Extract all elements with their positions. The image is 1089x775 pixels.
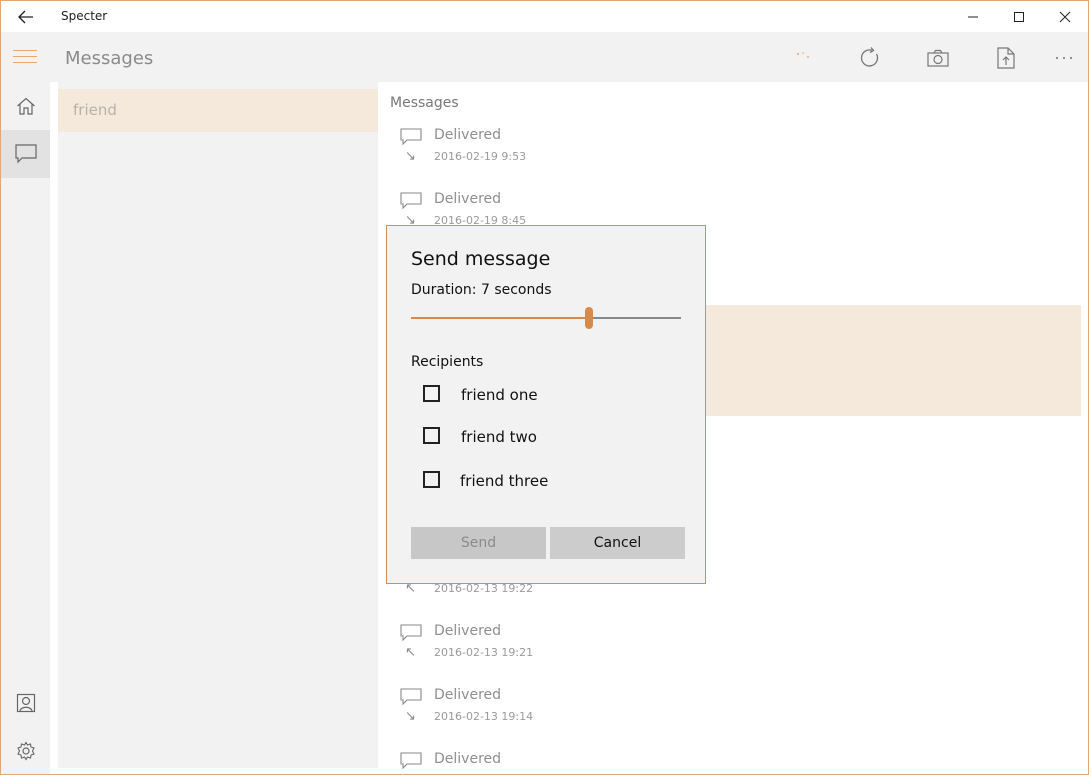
conversation-list: friend [58,82,378,768]
hamburger-menu-icon[interactable] [13,50,37,66]
direction-icon: ↖ [405,645,416,660]
maximize-icon[interactable] [996,1,1042,32]
slider-track-empty [589,317,681,319]
recipient-label: friend one [461,386,538,404]
message-item[interactable]: ↘ Delivered 2016-02-19 9:53 [378,122,1078,182]
nav-rail [1,82,50,774]
direction-icon: ↘ [405,149,416,164]
message-item[interactable]: ↖ Delivered 2016-02-13 19:21 [378,618,1078,678]
conversation-label: friend [73,101,117,119]
recipient-checkbox-friend-three[interactable]: friend three [423,468,683,494]
checkbox[interactable] [423,471,440,488]
message-time: 2016-02-13 19:21 [434,646,534,659]
direction-icon: ↘ [405,709,416,724]
duration-slider[interactable] [411,306,681,330]
page-header: Messages [1,32,1088,82]
contacts-icon[interactable] [1,679,50,727]
message-item[interactable]: Delivered [378,746,1078,774]
message-bubble-icon [400,688,422,706]
message-item[interactable]: ↘ Delivered 2016-02-13 19:14 [378,682,1078,742]
dialog-title: Send message [411,248,551,270]
checkbox[interactable] [423,385,440,402]
page-title: Messages [65,48,154,69]
messages-heading: Messages [390,95,459,111]
slider-thumb[interactable] [585,307,594,329]
send-button[interactable]: Send [411,527,546,559]
message-bubble-icon [400,192,422,210]
message-bubble-icon [400,752,422,770]
duration-label: Duration: 7 seconds [411,282,552,298]
message-status: Delivered [434,687,502,703]
message-status: Delivered [434,127,502,143]
title-bar: Specter [1,1,1088,32]
message-status: Delivered [434,623,502,639]
home-icon[interactable] [1,82,50,130]
message-status: Delivered [434,191,502,207]
close-icon[interactable] [1042,1,1088,32]
refresh-icon[interactable] [850,42,890,74]
more-icon[interactable] [1044,42,1084,74]
send-message-dialog: Send message Duration: 7 seconds Recipie… [386,225,706,584]
message-time: 2016-02-13 19:14 [434,710,534,723]
back-arrow-icon[interactable] [10,5,42,29]
settings-icon[interactable] [1,727,50,774]
message-bubble-icon [400,624,422,642]
minimize-icon[interactable] [950,1,996,32]
message-status: Delivered [434,751,502,767]
checkbox[interactable] [423,427,440,444]
recipients-label: Recipients [411,354,484,370]
cancel-button[interactable]: Cancel [550,527,685,559]
selected-message-highlight [705,305,1081,416]
camera-icon[interactable] [918,42,958,74]
slider-track-filled [411,317,590,319]
loading-icon [785,42,825,74]
recipient-label: friend three [460,472,549,490]
chat-icon[interactable] [1,130,50,178]
message-time: 2016-02-19 9:53 [434,150,527,163]
conversation-item[interactable]: friend [58,89,378,132]
recipient-checkbox-friend-one[interactable]: friend one [423,382,683,408]
app-title: Specter [61,9,108,23]
recipient-label: friend two [461,428,537,446]
share-icon[interactable] [986,42,1026,74]
message-bubble-icon [400,128,422,146]
recipient-checkbox-friend-two[interactable]: friend two [423,424,683,450]
app-window: Specter Messages friend Messages ↘ Deliv… [0,0,1089,775]
